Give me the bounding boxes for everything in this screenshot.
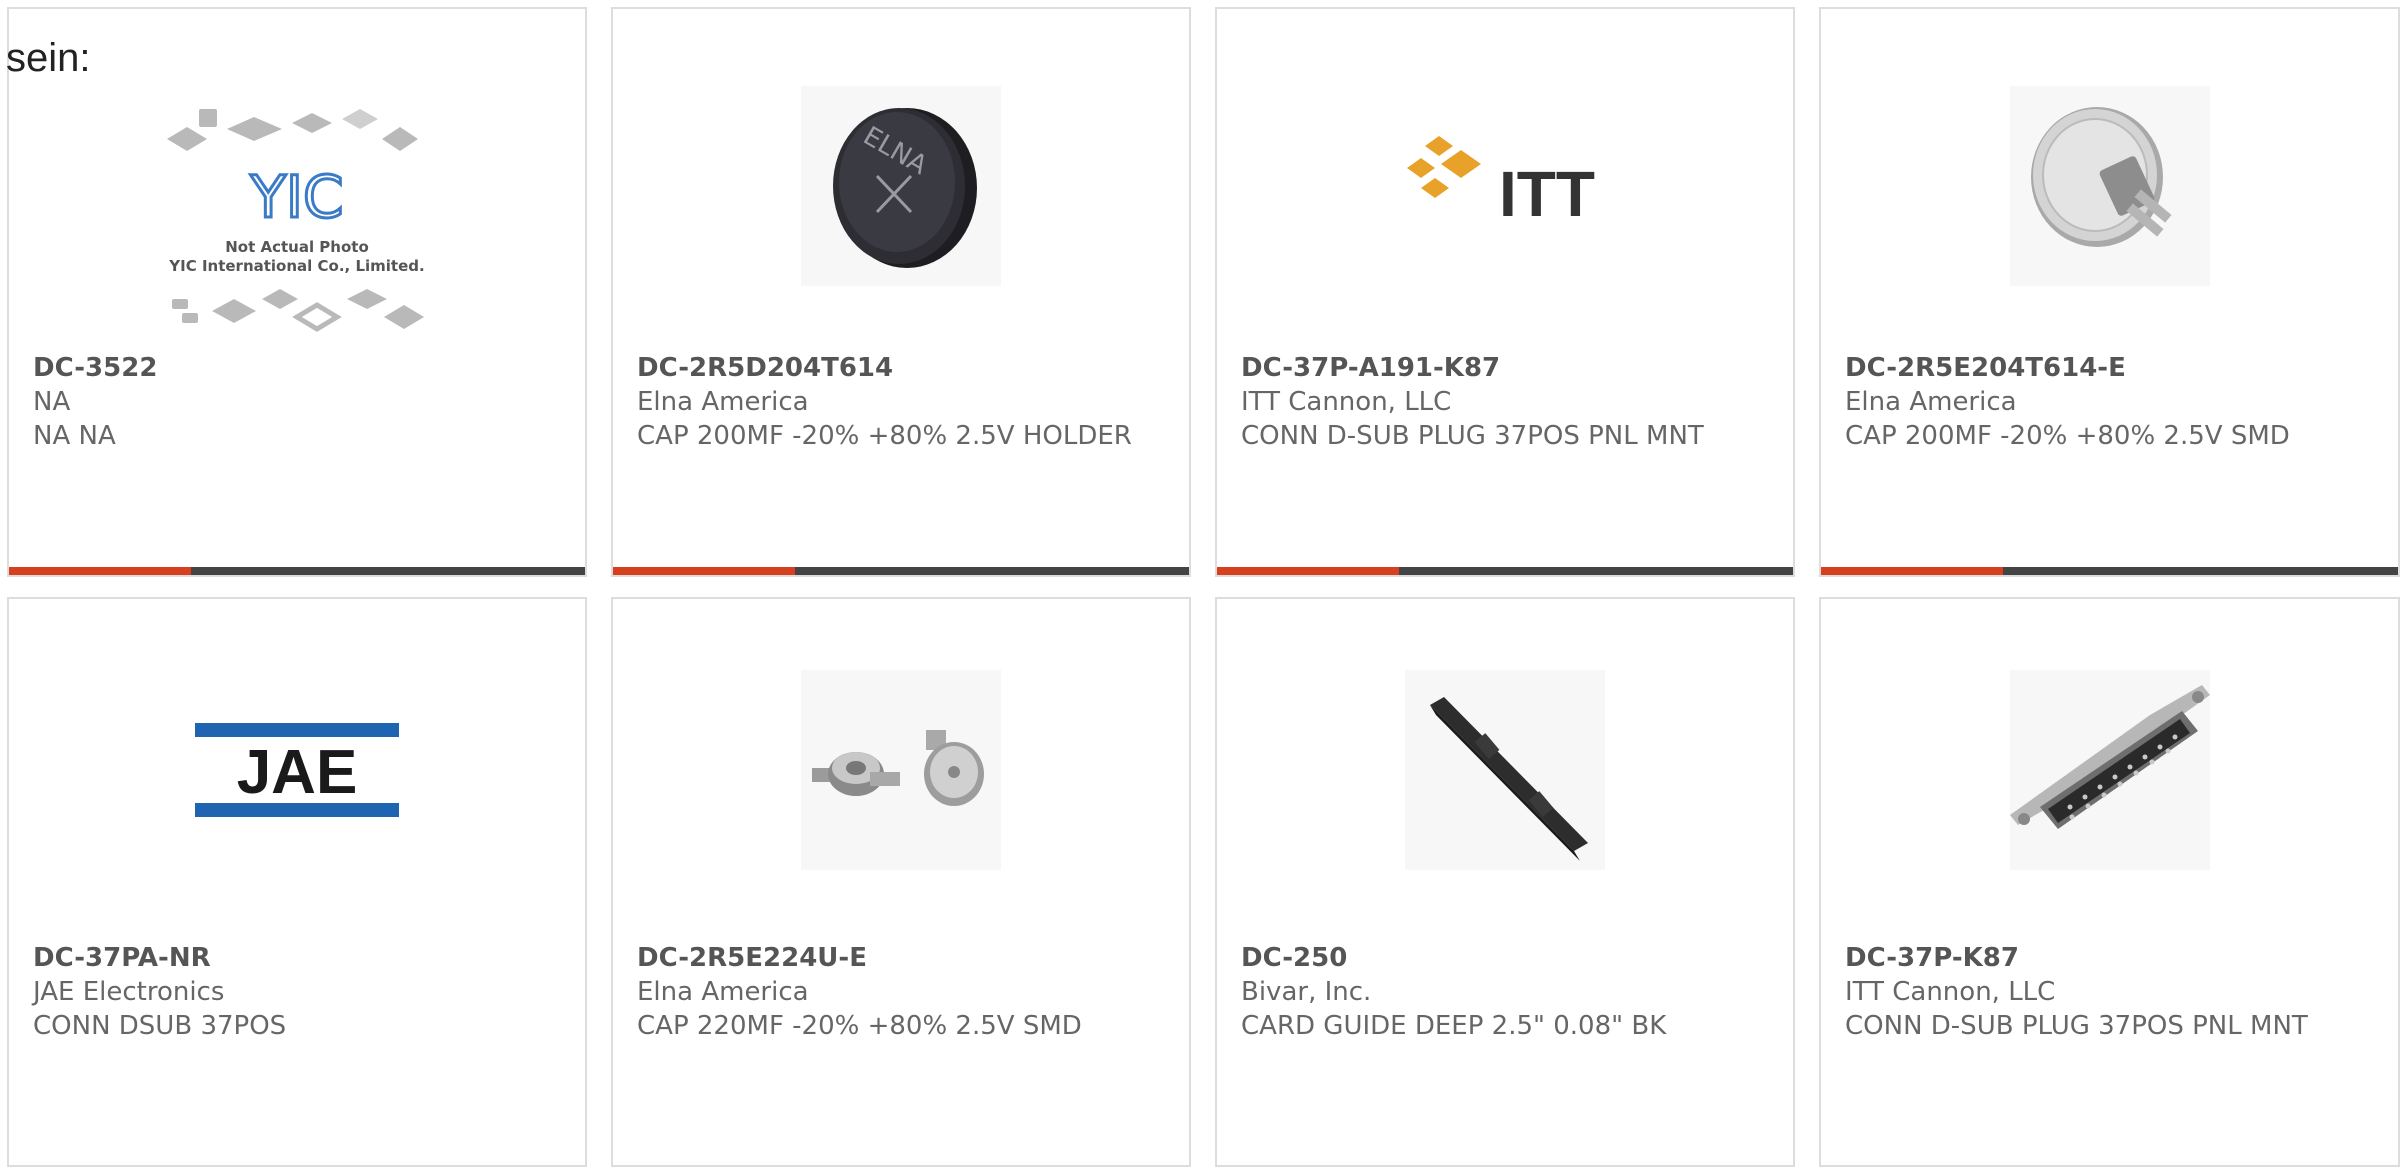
- jae-logo-text: JAE: [237, 738, 358, 807]
- smd-capacitor-pair-icon: [812, 730, 984, 806]
- manufacturer: Bivar, Inc.: [1241, 977, 1372, 1007]
- product-text: DC-37P-A191-K87 ITT Cannon, LLC CONN D-S…: [1241, 351, 1769, 453]
- product-card-7[interactable]: DC-250 Bivar, Inc. CARD GUIDE DEEP 2.5" …: [1215, 597, 1795, 1167]
- part-number[interactable]: DC-37PA-NR: [33, 941, 561, 975]
- part-number[interactable]: DC-2R5D204T614: [637, 351, 1165, 385]
- yic-logo-text: YIC: [249, 163, 343, 231]
- manufacturer: ITT Cannon, LLC: [1241, 387, 1452, 417]
- dsub-connector-icon: [2009, 685, 2210, 829]
- manufacturer: Elna America: [1845, 387, 2017, 417]
- manufacturer: ITT Cannon, LLC: [1845, 977, 2056, 1007]
- product-text: DC-2R5E204T614-E Elna America CAP 200MF …: [1845, 351, 2374, 453]
- description: CAP 200MF -20% +80% 2.5V HOLDER: [637, 421, 1132, 451]
- product-image: ELNA: [613, 81, 1189, 291]
- product-text: DC-250 Bivar, Inc. CARD GUIDE DEEP 2.5" …: [1241, 941, 1769, 1043]
- card-bar: [613, 567, 1189, 575]
- card-bar: [1821, 567, 2398, 575]
- product-text: DC-3522 NA NA NA: [33, 351, 561, 453]
- description: NA NA: [33, 421, 116, 451]
- coin-cell-capacitor-icon: ELNA: [833, 108, 977, 268]
- itt-logo-text: ITT: [1499, 158, 1595, 230]
- product-card-5[interactable]: JAE DC-37PA-NR JAE Electronics CONN DSUB…: [7, 597, 587, 1167]
- card-guide-icon: [1430, 697, 1588, 861]
- description: CAP 200MF -20% +80% 2.5V SMD: [1845, 421, 2290, 451]
- description: CONN DSUB 37POS: [33, 1011, 287, 1041]
- product-card-3[interactable]: ITT DC-37P-A191-K87 ITT Cannon, LLC CONN…: [1215, 7, 1795, 577]
- product-text: DC-2R5E224U-E Elna America CAP 220MF -20…: [637, 941, 1165, 1043]
- itt-logo-icon: ITT: [1407, 136, 1595, 230]
- product-card-2[interactable]: ELNA DC-2R5D204T614 Elna America CAP 200…: [611, 7, 1191, 577]
- manufacturer: Elna America: [637, 387, 809, 417]
- card-bar-accent: [1821, 567, 2003, 575]
- description: CONN D-SUB PLUG 37POS PNL MNT: [1845, 1011, 2308, 1041]
- manufacturer: NA: [33, 387, 71, 417]
- part-number[interactable]: DC-250: [1241, 941, 1769, 975]
- card-bar-accent: [9, 567, 191, 575]
- product-card-8[interactable]: DC-37P-K87 ITT Cannon, LLC CONN D-SUB PL…: [1819, 597, 2400, 1167]
- part-number[interactable]: DC-2R5E224U-E: [637, 941, 1165, 975]
- product-image: ITT: [1217, 81, 1793, 291]
- product-image: YIC Not Actual Photo YIC International C…: [9, 99, 585, 349]
- product-image: JAE: [9, 665, 585, 875]
- part-number[interactable]: DC-37P-K87: [1845, 941, 2374, 975]
- card-bar: [9, 567, 585, 575]
- coin-cell-tab-capacitor-icon: [2030, 107, 2172, 247]
- not-actual-photo-text: Not Actual Photo: [225, 238, 369, 256]
- product-text: DC-37PA-NR JAE Electronics CONN DSUB 37P…: [33, 941, 561, 1043]
- product-text: DC-2R5D204T614 Elna America CAP 200MF -2…: [637, 351, 1165, 453]
- jae-logo-icon: JAE: [195, 723, 399, 817]
- card-bar-accent: [1217, 567, 1399, 575]
- product-image: [613, 665, 1189, 875]
- manufacturer: Elna America: [637, 977, 809, 1007]
- card-bar-accent: [613, 567, 795, 575]
- description: CONN D-SUB PLUG 37POS PNL MNT: [1241, 421, 1704, 451]
- section-label: sein:: [6, 36, 91, 80]
- product-card-1[interactable]: YIC Not Actual Photo YIC International C…: [7, 7, 587, 577]
- product-image: [1217, 665, 1793, 875]
- yic-placeholder-icon: YIC Not Actual Photo YIC International C…: [167, 109, 425, 332]
- card-bar: [1217, 567, 1793, 575]
- product-text: DC-37P-K87 ITT Cannon, LLC CONN D-SUB PL…: [1845, 941, 2374, 1043]
- manufacturer: JAE Electronics: [33, 977, 225, 1007]
- description: CARD GUIDE DEEP 2.5" 0.08" BK: [1241, 1011, 1667, 1041]
- part-number[interactable]: DC-2R5E204T614-E: [1845, 351, 2374, 385]
- yic-company-text: YIC International Co., Limited.: [168, 257, 424, 275]
- part-number[interactable]: DC-37P-A191-K87: [1241, 351, 1769, 385]
- product-image: [1821, 665, 2398, 875]
- product-card-4[interactable]: DC-2R5E204T614-E Elna America CAP 200MF …: [1819, 7, 2400, 577]
- product-card-6[interactable]: DC-2R5E224U-E Elna America CAP 220MF -20…: [611, 597, 1191, 1167]
- product-image: [1821, 81, 2398, 291]
- description: CAP 220MF -20% +80% 2.5V SMD: [637, 1011, 1082, 1041]
- part-number[interactable]: DC-3522: [33, 351, 561, 385]
